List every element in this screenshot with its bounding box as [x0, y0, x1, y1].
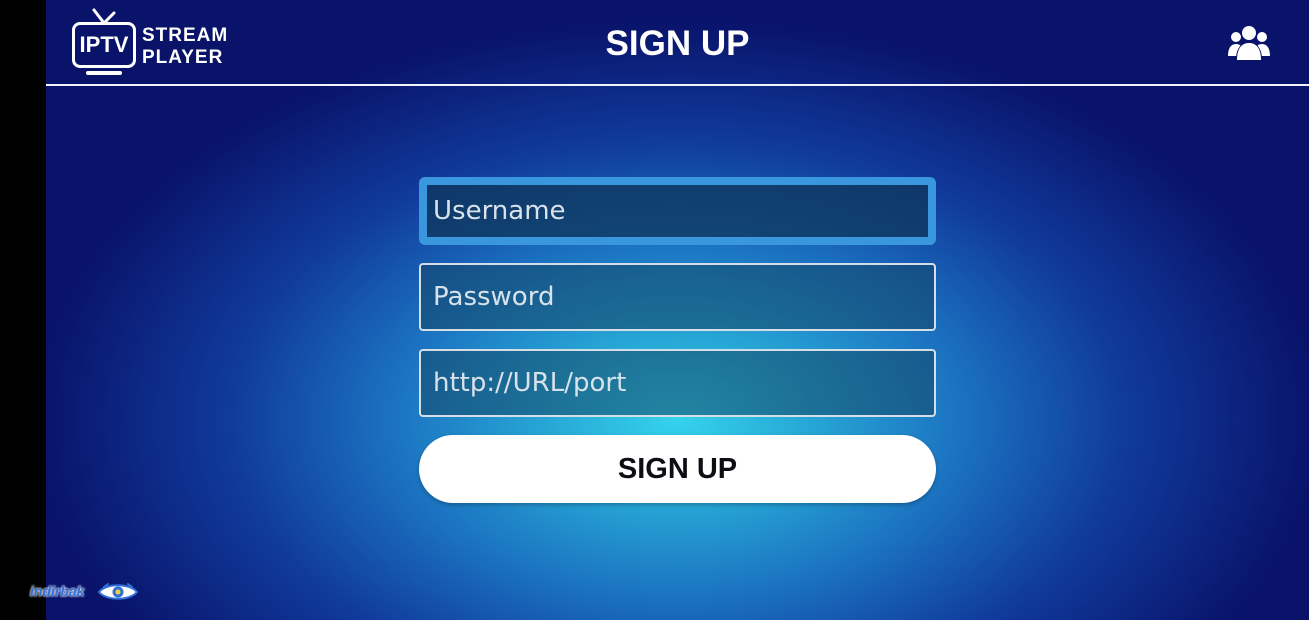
left-black-bar [0, 0, 46, 620]
users-group-icon[interactable] [1228, 24, 1270, 64]
page-title: SIGN UP [605, 24, 750, 63]
server-url-input[interactable] [419, 349, 936, 417]
tv-stand [86, 71, 122, 75]
watermark-text: indirbak [30, 583, 85, 599]
signup-screen: IPTV STREAM PLAYER SIGN UP SIGN UP [46, 0, 1309, 620]
header-divider [46, 84, 1309, 86]
app-header: IPTV STREAM PLAYER SIGN UP [46, 0, 1309, 86]
sign-up-button[interactable]: SIGN UP [419, 435, 936, 503]
password-input[interactable] [419, 263, 936, 331]
username-input[interactable] [419, 177, 936, 245]
watermark: indirbak [30, 582, 145, 602]
eye-logo-icon [97, 583, 139, 600]
